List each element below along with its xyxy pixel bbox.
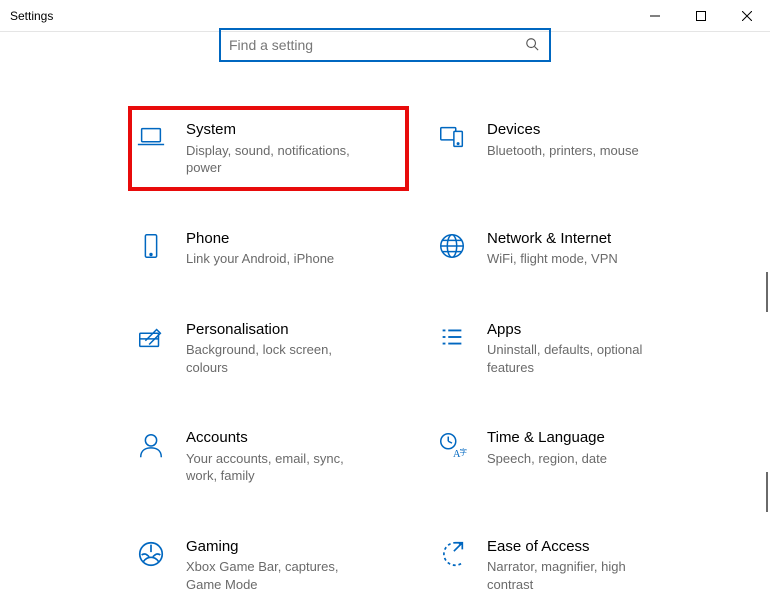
devices-icon bbox=[435, 120, 469, 154]
tile-title: Accounts bbox=[186, 428, 366, 448]
tile-desc: WiFi, flight mode, VPN bbox=[487, 250, 618, 268]
tile-title: Gaming bbox=[186, 537, 366, 557]
tile-desc: Your accounts, email, sync, work, family bbox=[186, 450, 366, 485]
svg-text:字: 字 bbox=[460, 447, 468, 457]
paint-icon bbox=[134, 320, 168, 354]
tile-title: Time & Language bbox=[487, 428, 607, 448]
tile-desc: Display, sound, notifications, power bbox=[186, 142, 366, 177]
tile-network[interactable]: Network & Internet WiFi, flight mode, VP… bbox=[429, 225, 710, 272]
tile-title: Devices bbox=[487, 120, 639, 140]
tile-desc: Uninstall, defaults, optional features bbox=[487, 341, 667, 376]
tile-desc: Xbox Game Bar, captures, Game Mode bbox=[186, 558, 366, 593]
tile-title: Apps bbox=[487, 320, 667, 340]
maximize-button[interactable] bbox=[678, 0, 724, 32]
apps-list-icon bbox=[435, 320, 469, 354]
tile-time-language[interactable]: A字 Time & Language Speech, region, date bbox=[429, 424, 710, 489]
tile-accounts[interactable]: Accounts Your accounts, email, sync, wor… bbox=[128, 424, 409, 489]
tile-desc: Bluetooth, printers, mouse bbox=[487, 142, 639, 160]
laptop-icon bbox=[134, 120, 168, 154]
tile-title: Phone bbox=[186, 229, 334, 249]
tile-personalisation[interactable]: Personalisation Background, lock screen,… bbox=[128, 316, 409, 381]
search-icon bbox=[525, 37, 539, 54]
content-area: System Display, sound, notifications, po… bbox=[0, 32, 770, 597]
tile-gaming[interactable]: Gaming Xbox Game Bar, captures, Game Mod… bbox=[128, 533, 409, 598]
settings-grid: System Display, sound, notifications, po… bbox=[0, 116, 770, 597]
tile-system[interactable]: System Display, sound, notifications, po… bbox=[128, 106, 409, 191]
tile-phone[interactable]: Phone Link your Android, iPhone bbox=[128, 225, 409, 272]
tile-ease-of-access[interactable]: Ease of Access Narrator, magnifier, high… bbox=[429, 533, 710, 598]
tile-desc: Background, lock screen, colours bbox=[186, 341, 366, 376]
phone-icon bbox=[134, 229, 168, 263]
gaming-icon bbox=[134, 537, 168, 571]
ease-of-access-icon bbox=[435, 537, 469, 571]
scrollbar[interactable] bbox=[766, 472, 768, 512]
tile-title: Personalisation bbox=[186, 320, 366, 340]
tile-desc: Speech, region, date bbox=[487, 450, 607, 468]
close-button[interactable] bbox=[724, 0, 770, 32]
minimize-button[interactable] bbox=[632, 0, 678, 32]
search-input[interactable] bbox=[229, 37, 541, 53]
scrollbar[interactable] bbox=[766, 272, 768, 312]
tile-title: Ease of Access bbox=[487, 537, 667, 557]
tile-desc: Narrator, magnifier, high contrast bbox=[487, 558, 667, 593]
tile-title: Network & Internet bbox=[487, 229, 618, 249]
window-title: Settings bbox=[10, 9, 53, 23]
person-icon bbox=[134, 428, 168, 462]
search-box[interactable] bbox=[219, 28, 551, 62]
tile-desc: Link your Android, iPhone bbox=[186, 250, 334, 268]
globe-icon bbox=[435, 229, 469, 263]
time-language-icon: A字 bbox=[435, 428, 469, 462]
tile-title: System bbox=[186, 120, 366, 140]
tile-devices[interactable]: Devices Bluetooth, printers, mouse bbox=[429, 116, 710, 181]
tile-apps[interactable]: Apps Uninstall, defaults, optional featu… bbox=[429, 316, 710, 381]
